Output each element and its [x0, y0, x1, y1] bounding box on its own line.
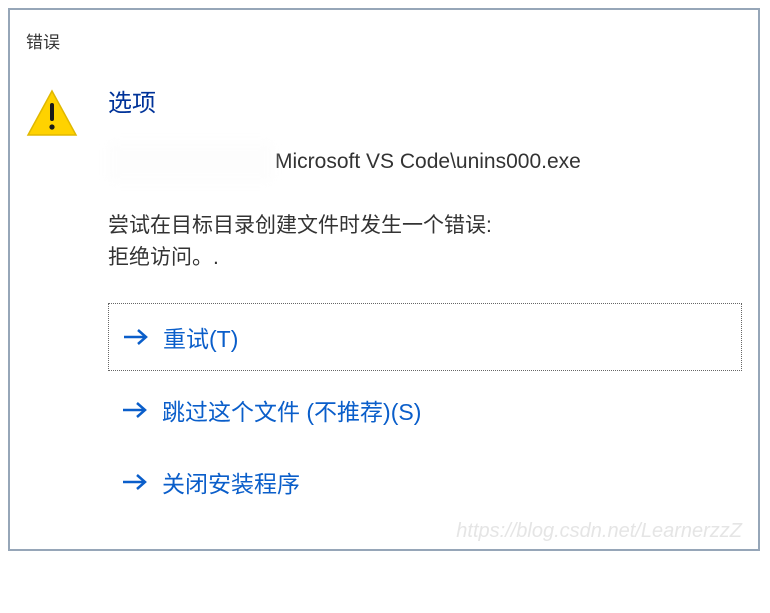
skip-button[interactable]: 跳过这个文件 (不推荐)(S)	[108, 377, 742, 443]
retry-label: 重试(T)	[163, 320, 238, 354]
arrow-right-icon	[122, 472, 148, 492]
skip-label: 跳过这个文件 (不推荐)(S)	[162, 393, 421, 427]
error-line-1: 尝试在目标目录创建文件时发生一个错误:	[108, 210, 742, 242]
close-installer-button[interactable]: 关闭安装程序	[108, 449, 742, 515]
close-label: 关闭安装程序	[162, 465, 300, 499]
file-path-row: Microsoft VS Code\unins000.exe	[108, 142, 742, 182]
arrow-right-icon	[122, 400, 148, 420]
arrow-right-icon	[123, 327, 149, 347]
error-message: 尝试在目标目录创建文件时发生一个错误: 拒绝访问。.	[108, 210, 742, 273]
watermark-text: https://blog.csdn.net/LearnerzzZ	[456, 520, 742, 543]
section-header: 选项	[108, 83, 742, 118]
redacted-path-prefix	[108, 142, 273, 182]
retry-button[interactable]: 重试(T)	[108, 303, 742, 371]
dialog-body: 选项 Microsoft VS Code\unins000.exe 尝试在目标目…	[108, 83, 742, 521]
dialog-content: 选项 Microsoft VS Code\unins000.exe 尝试在目标目…	[26, 83, 742, 521]
dialog-title: 错误	[26, 28, 742, 53]
error-line-2: 拒绝访问。.	[108, 242, 742, 274]
error-dialog: 错误 选项 Microsoft VS Code\unins000.exe 尝试在…	[8, 8, 760, 551]
warning-icon	[26, 89, 78, 141]
file-path-text: Microsoft VS Code\unins000.exe	[275, 150, 581, 174]
